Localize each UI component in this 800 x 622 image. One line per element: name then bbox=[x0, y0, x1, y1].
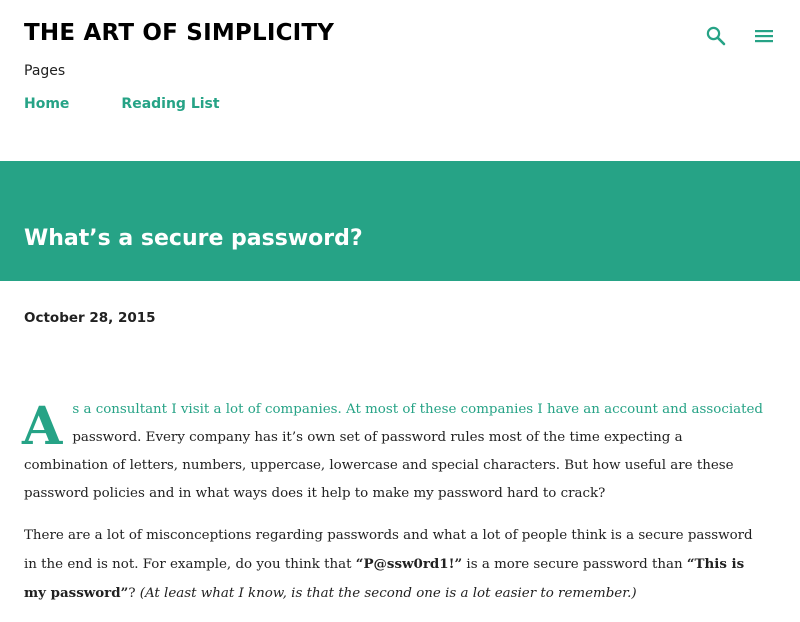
post-date[interactable]: October 28, 2015 bbox=[24, 310, 156, 326]
post-body: As a consultant I visit a lot of compani… bbox=[22, 396, 764, 622]
lead-text: s a consultant I visit a lot of companie… bbox=[72, 402, 763, 417]
nav-link-reading-list[interactable]: Reading List bbox=[121, 96, 219, 112]
search-icon bbox=[706, 26, 726, 46]
menu-icon bbox=[755, 30, 773, 43]
post-title-banner bbox=[0, 161, 800, 281]
paragraph-2-italic-note: (At least what I know, is that the secon… bbox=[139, 586, 637, 601]
post-paragraph-1: As a consultant I visit a lot of compani… bbox=[22, 396, 764, 508]
nav-link-home[interactable]: Home bbox=[24, 96, 69, 112]
paragraph-1-text: password. Every company has it’s own set… bbox=[24, 430, 734, 501]
example-password-1: “P@ssw0rd1!” bbox=[355, 556, 463, 572]
paragraph-2-text-b: is a more secure password than bbox=[462, 557, 687, 572]
pages-label: Pages bbox=[24, 63, 66, 79]
blog-header: THE ART OF SIMPLICITY Pages Home Reading… bbox=[0, 0, 800, 161]
post-paragraph-2: There are a lot of misconceptions regard… bbox=[24, 522, 764, 608]
blog-title[interactable]: THE ART OF SIMPLICITY bbox=[24, 20, 334, 46]
menu-button[interactable] bbox=[752, 24, 776, 48]
drop-cap: A bbox=[22, 396, 63, 457]
post-title: What’s a secure password? bbox=[24, 226, 363, 251]
pages-nav: Home Reading List bbox=[24, 96, 220, 112]
paragraph-2-text-c: ? bbox=[128, 586, 140, 601]
search-button[interactable] bbox=[704, 24, 728, 48]
